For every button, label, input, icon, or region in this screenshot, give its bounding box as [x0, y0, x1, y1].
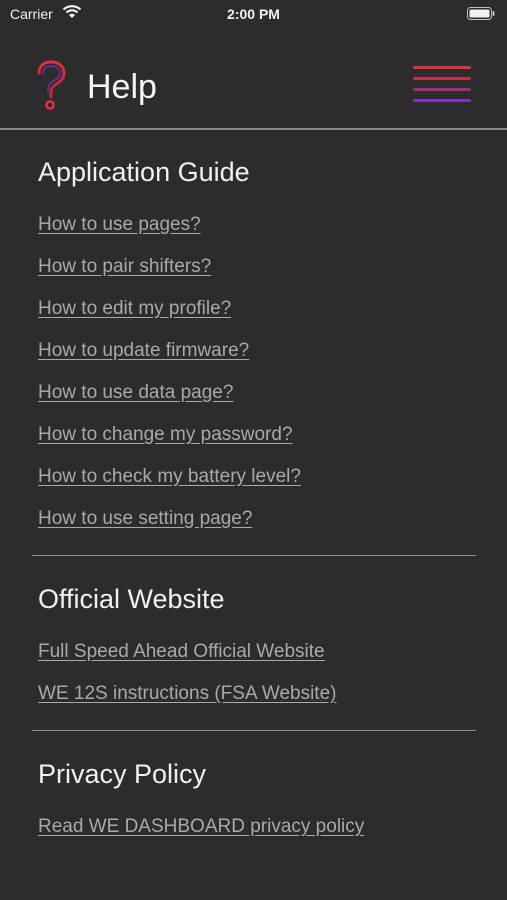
- section-title-official-website: Official Website: [38, 584, 225, 614]
- link-use-pages[interactable]: How to use pages?: [38, 214, 201, 236]
- link-use-setting-page[interactable]: How to use setting page?: [38, 508, 252, 530]
- status-time: 2:00 PM: [227, 6, 280, 22]
- section-title-application-guide: Application Guide: [38, 157, 250, 187]
- link-we12s-instructions[interactable]: WE 12S instructions (FSA Website): [38, 683, 336, 705]
- link-privacy-policy[interactable]: Read WE DASHBOARD privacy policy: [38, 816, 364, 838]
- hamburger-menu-icon[interactable]: [412, 62, 472, 108]
- section-divider: [32, 730, 476, 731]
- battery-icon: [467, 7, 495, 20]
- link-edit-profile[interactable]: How to edit my profile?: [38, 298, 231, 320]
- section-title-privacy-policy: Privacy Policy: [38, 759, 207, 789]
- page-title: Help: [87, 68, 157, 106]
- status-bar: Carrier 2:00 PM: [0, 0, 507, 28]
- link-fsa-official-website[interactable]: Full Speed Ahead Official Website: [38, 641, 325, 663]
- link-update-firmware[interactable]: How to update firmware?: [38, 340, 249, 362]
- question-mark-icon: [37, 60, 66, 110]
- link-pair-shifters[interactable]: How to pair shifters?: [38, 256, 211, 278]
- section-divider: [32, 555, 476, 556]
- header: Help: [0, 28, 507, 128]
- link-change-password[interactable]: How to change my password?: [38, 424, 293, 446]
- link-check-battery[interactable]: How to check my battery level?: [38, 466, 301, 488]
- link-use-data-page[interactable]: How to use data page?: [38, 382, 233, 404]
- header-divider: [0, 128, 507, 130]
